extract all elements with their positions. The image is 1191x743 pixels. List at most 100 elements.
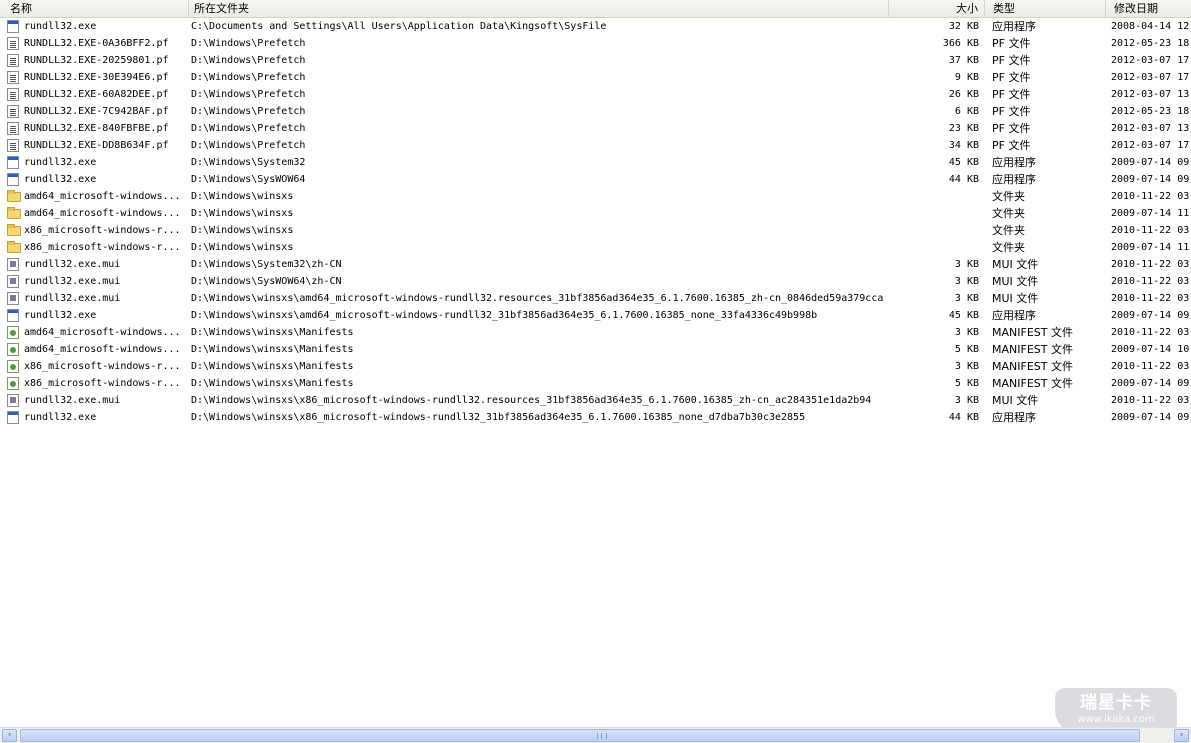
scrollbar-thumb[interactable]: [20, 729, 1140, 742]
file-list: rundll32.exe C:\Documents and Settings\Al…: [0, 18, 1191, 426]
file-type: 文件夹: [992, 241, 1025, 254]
file-type: PF 文件: [992, 54, 1031, 67]
scroll-left-button[interactable]: ‹: [2, 729, 17, 742]
file-modified-date: 2010-11-22 03: [1111, 293, 1190, 304]
file-type: MANIFEST 文件: [992, 360, 1073, 373]
file-row[interactable]: x86_microsoft-windows-r... D:\Windows\win…: [0, 239, 1191, 256]
column-header-bar: 名称 所在文件夹 大小 类型 修改日期: [0, 0, 1191, 18]
file-row[interactable]: rundll32.exe.mui D:\Windows\System32\zh-C…: [0, 256, 1191, 273]
file-type: 文件夹: [992, 190, 1025, 203]
file-modified-date: 2009-07-14 09: [1111, 157, 1190, 168]
file-row[interactable]: rundll32.exe D:\Windows\SysWOW64 44 KB 应用程序…: [0, 171, 1191, 188]
file-row[interactable]: x86_microsoft-windows-r... D:\Windows\win…: [0, 375, 1191, 392]
file-type: MANIFEST 文件: [992, 343, 1073, 356]
folder-icon: [7, 190, 21, 202]
file-size: 366 KB: [942, 38, 979, 49]
watermark-main-text: 瑞星卡卡: [1080, 693, 1152, 713]
document-icon: [7, 122, 19, 135]
file-type: PF 文件: [992, 71, 1031, 84]
file-icon-cell: [7, 154, 21, 171]
grip-icon: [597, 733, 607, 739]
file-size: 32 KB: [948, 21, 979, 32]
file-modified-date: 2012-05-23 18: [1111, 106, 1190, 117]
file-folder: D:\Windows\winsxs\Manifests: [191, 344, 354, 355]
file-folder: D:\Windows\Prefetch: [191, 38, 306, 49]
file-type: PF 文件: [992, 37, 1031, 50]
file-row[interactable]: rundll32.exe D:\Windows\System32 45 KB 应用程序…: [0, 154, 1191, 171]
file-name: x86_microsoft-windows-r...: [24, 225, 181, 236]
scroll-right-button[interactable]: ›: [1174, 729, 1189, 742]
folder-icon: [7, 224, 21, 236]
file-type: MUI 文件: [992, 275, 1039, 288]
file-size: 45 KB: [948, 310, 979, 321]
file-modified-date: 2010-11-22 03: [1111, 327, 1190, 338]
file-type: 应用程序: [992, 20, 1036, 33]
file-size: [889, 188, 979, 205]
file-folder: D:\Windows\System32\zh-CN: [191, 259, 342, 270]
file-row[interactable]: RUNDLL32.EXE-30E394E6.pf D:\Windows\Prefe…: [0, 69, 1191, 86]
file-row[interactable]: RUNDLL32.EXE-60A82DEE.pf D:\Windows\Prefe…: [0, 86, 1191, 103]
manifest-file-icon: [7, 360, 19, 373]
file-name: rundll32.exe: [24, 310, 97, 321]
file-icon-cell: [7, 69, 21, 86]
document-icon: [7, 88, 19, 101]
file-folder: D:\Windows\winsxs\x86_microsoft-windows-…: [191, 412, 806, 423]
file-name: RUNDLL32.EXE-DD8B634F.pf: [24, 140, 169, 151]
file-folder: D:\Windows\Prefetch: [191, 72, 306, 83]
file-row[interactable]: x86_microsoft-windows-r... D:\Windows\win…: [0, 222, 1191, 239]
file-icon-cell: [7, 409, 21, 426]
column-header-date-label: 修改日期: [1114, 2, 1158, 15]
column-header-name[interactable]: 名称: [0, 0, 189, 17]
column-header-folder[interactable]: 所在文件夹: [189, 0, 889, 17]
chevron-right-icon: ›: [1179, 730, 1184, 740]
file-row[interactable]: amd64_microsoft-windows... D:\Windows\win…: [0, 324, 1191, 341]
file-row[interactable]: RUNDLL32.EXE-DD8B634F.pf D:\Windows\Prefe…: [0, 137, 1191, 154]
file-name: RUNDLL32.EXE-840FBFBE.pf: [24, 123, 169, 134]
file-row[interactable]: rundll32.exe C:\Documents and Settings\Al…: [0, 18, 1191, 35]
file-row[interactable]: RUNDLL32.EXE-840FBFBE.pf D:\Windows\Prefe…: [0, 120, 1191, 137]
file-icon-cell: [7, 86, 21, 103]
file-name: x86_microsoft-windows-r...: [24, 378, 181, 389]
file-icon-cell: [7, 375, 21, 392]
file-modified-date: 2012-03-07 17: [1111, 55, 1190, 66]
file-folder: D:\Windows\winsxs: [191, 208, 294, 219]
file-row[interactable]: rundll32.exe D:\Windows\winsxs\amd64_micr…: [0, 307, 1191, 324]
file-name: rundll32.exe: [24, 157, 97, 168]
file-folder: D:\Windows\winsxs\amd64_microsoft-window…: [191, 310, 818, 321]
column-header-date[interactable]: 修改日期: [1106, 0, 1191, 17]
file-folder: D:\Windows\winsxs: [191, 225, 294, 236]
exe-file-icon: [7, 20, 19, 33]
file-name: x86_microsoft-windows-r...: [24, 242, 181, 253]
file-row[interactable]: RUNDLL32.EXE-20259801.pf D:\Windows\Prefe…: [0, 52, 1191, 69]
file-row[interactable]: amd64_microsoft-windows... D:\Windows\win…: [0, 205, 1191, 222]
file-row[interactable]: amd64_microsoft-windows... D:\Windows\win…: [0, 341, 1191, 358]
file-size: 3 KB: [954, 327, 979, 338]
file-row[interactable]: rundll32.exe D:\Windows\winsxs\x86_micros…: [0, 409, 1191, 426]
file-row[interactable]: RUNDLL32.EXE-0A36BFF2.pf D:\Windows\Prefe…: [0, 35, 1191, 52]
file-folder: C:\Documents and Settings\All Users\Appl…: [191, 21, 607, 32]
file-icon-cell: [7, 52, 21, 69]
file-icon-cell: [7, 324, 21, 341]
file-icon-cell: [7, 18, 21, 35]
column-header-folder-label: 所在文件夹: [194, 2, 249, 15]
file-modified-date: 2012-03-07 17: [1111, 140, 1190, 151]
column-header-type[interactable]: 类型: [985, 0, 1106, 17]
file-row[interactable]: rundll32.exe.mui D:\Windows\winsxs\amd64_…: [0, 290, 1191, 307]
file-row[interactable]: RUNDLL32.EXE-7C942BAF.pf D:\Windows\Prefe…: [0, 103, 1191, 120]
file-row[interactable]: x86_microsoft-windows-r... D:\Windows\win…: [0, 358, 1191, 375]
file-type: PF 文件: [992, 139, 1031, 152]
horizontal-scrollbar[interactable]: ‹ ›: [0, 727, 1191, 743]
file-row[interactable]: rundll32.exe.mui D:\Windows\winsxs\x86_mi…: [0, 392, 1191, 409]
file-modified-date: 2009-07-14 09: [1111, 174, 1190, 185]
file-row[interactable]: amd64_microsoft-windows... D:\Windows\win…: [0, 188, 1191, 205]
file-icon-cell: [7, 358, 21, 375]
file-icon-cell: [7, 120, 21, 137]
column-header-type-label: 类型: [993, 2, 1015, 15]
column-header-size[interactable]: 大小: [889, 0, 985, 17]
file-folder: D:\Windows\winsxs\Manifests: [191, 327, 354, 338]
file-row[interactable]: rundll32.exe.mui D:\Windows\SysWOW64\zh-C…: [0, 273, 1191, 290]
file-icon-cell: [7, 171, 21, 188]
file-type: 应用程序: [992, 411, 1036, 424]
file-size: 6 KB: [954, 106, 979, 117]
file-folder: D:\Windows\Prefetch: [191, 106, 306, 117]
